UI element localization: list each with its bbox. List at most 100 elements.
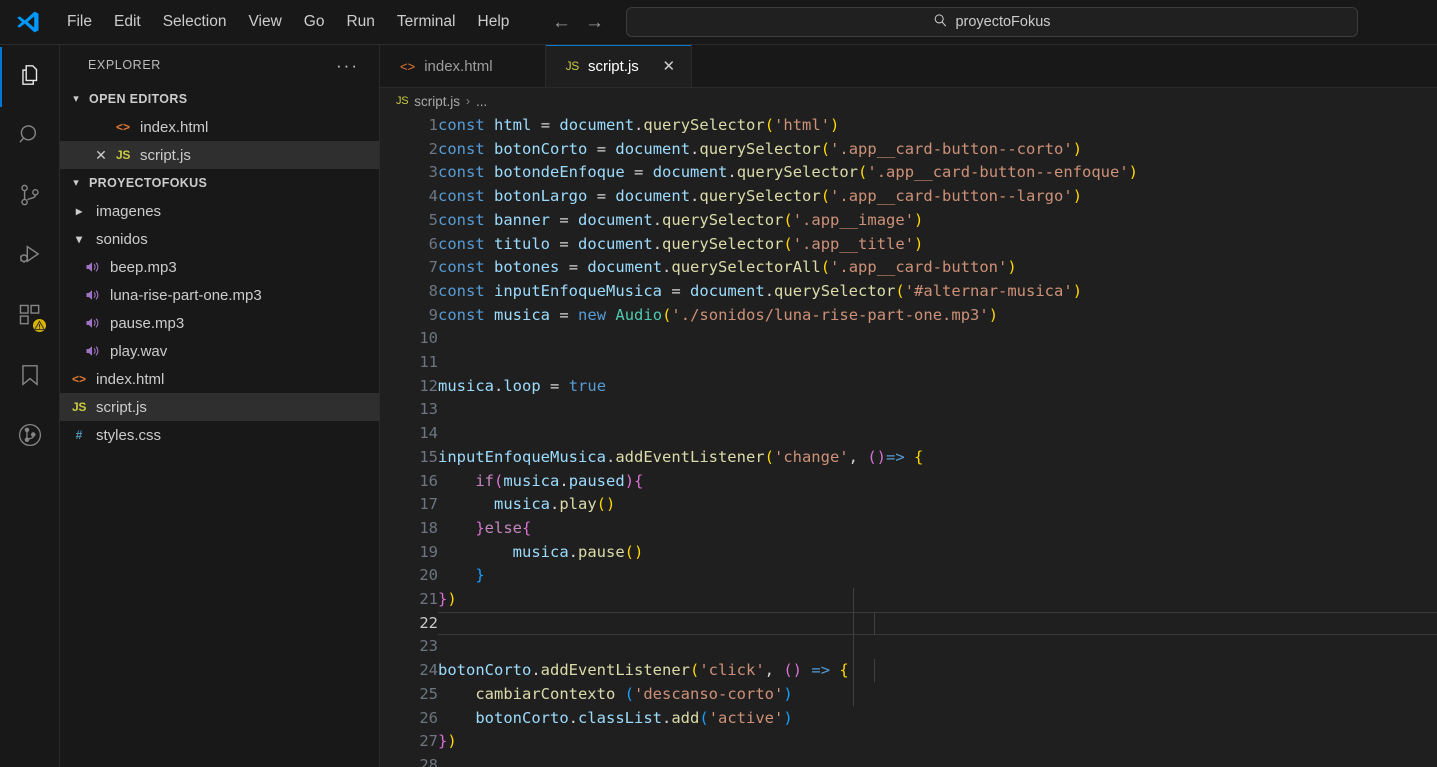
line-number: 8 xyxy=(428,281,438,300)
tree-item-styles-css[interactable]: # styles.css xyxy=(60,421,379,449)
code-line: 2 const botonCorto = document.querySelect… xyxy=(380,138,1437,162)
line-content[interactable]: } xyxy=(438,564,1437,588)
activity-item-bookmarks[interactable] xyxy=(0,347,60,407)
tree-item-label: pause.mp3 xyxy=(110,314,185,332)
arrow-left-icon[interactable]: ← xyxy=(552,13,571,32)
line-number: 28 xyxy=(419,755,438,767)
tree-item-script-js[interactable]: JS script.js xyxy=(60,393,379,421)
line-content[interactable]: const botondeEnfoque = document.querySel… xyxy=(438,161,1437,185)
chevron-down-icon: ▾ xyxy=(73,92,79,105)
tree-item-play-wav[interactable]: play.wav xyxy=(60,337,379,365)
line-number: 11 xyxy=(419,353,438,372)
tree-item-beep-mp3[interactable]: beep.mp3 xyxy=(60,253,379,281)
code-line: 6 const titulo = document.querySelector('… xyxy=(380,233,1437,257)
line-content[interactable] xyxy=(438,422,1437,446)
breadcrumb-file[interactable]: JS script.js xyxy=(396,94,460,109)
line-content[interactable] xyxy=(438,351,1437,375)
line-content[interactable]: botonCorto.classList.add('active') xyxy=(438,707,1437,731)
tab-script-js[interactable]: JS script.js ✕ xyxy=(545,45,692,87)
chevron-right-icon: ▸ xyxy=(75,204,83,218)
line-content[interactable]: const titulo = document.querySelector('.… xyxy=(438,233,1437,257)
line-number: 5 xyxy=(428,210,438,229)
code-line: 9 const musica = new Audio('./sonidos/lun… xyxy=(380,304,1437,328)
tree-item-imagenes[interactable]: ▸ imagenes xyxy=(60,197,379,225)
code-line: 12 musica.loop = true xyxy=(380,375,1437,399)
tree-item-index-html[interactable]: <> index.html xyxy=(60,365,379,393)
line-content[interactable]: cambiarContexto ('descanso-corto') xyxy=(438,683,1437,707)
line-content[interactable]: musica.pause() xyxy=(438,541,1437,565)
line-number: 15 xyxy=(419,447,438,466)
audio-file-icon xyxy=(82,343,104,359)
line-content[interactable] xyxy=(438,635,1437,659)
line-content[interactable]: }) xyxy=(438,730,1437,754)
git-graph-icon xyxy=(17,422,43,453)
code-line: 3 const botondeEnfoque = document.querySe… xyxy=(380,161,1437,185)
tree-item-luna-rise-part-one-mp3[interactable]: luna-rise-part-one.mp3 xyxy=(60,281,379,309)
section-open-editors[interactable]: ▾ OPEN EDITORS xyxy=(60,85,379,113)
arrow-right-icon[interactable]: → xyxy=(585,13,604,32)
close-icon[interactable]: ✕ xyxy=(660,57,678,75)
section-proyectofokus[interactable]: ▾ PROYECTOFOKUS xyxy=(60,169,379,197)
close-icon[interactable]: ✕ xyxy=(90,147,112,164)
line-content[interactable]: const musica = new Audio('./sonidos/luna… xyxy=(438,304,1437,328)
line-content[interactable] xyxy=(438,754,1437,767)
tab-index-html[interactable]: <> index.html ✕ xyxy=(380,45,546,87)
menu-view[interactable]: View xyxy=(237,9,292,35)
open-editor-script-js[interactable]: ✕ JS script.js xyxy=(60,141,379,169)
activity-item-explorer[interactable] xyxy=(0,47,60,107)
menu-go[interactable]: Go xyxy=(293,9,336,35)
bookmark-icon xyxy=(17,362,43,393)
line-content[interactable]: const inputEnfoqueMusica = document.quer… xyxy=(438,280,1437,304)
code-line-current: 22 xyxy=(380,611,1437,636)
line-content[interactable] xyxy=(438,611,1437,636)
source-control-icon xyxy=(17,182,43,213)
line-content[interactable]: if(musica.paused){ xyxy=(438,470,1437,494)
line-content[interactable]: }else{ xyxy=(438,517,1437,541)
line-content[interactable]: const botonLargo = document.querySelecto… xyxy=(438,185,1437,209)
tree-item-sonidos[interactable]: ▾ sonidos xyxy=(60,225,379,253)
line-content[interactable]: musica.play() xyxy=(438,493,1437,517)
activity-item-extensions[interactable] xyxy=(0,287,60,347)
line-number: 1 xyxy=(428,116,438,134)
tree-item-label: imagenes xyxy=(96,202,162,220)
line-content[interactable]: const botones = document.querySelectorAl… xyxy=(438,256,1437,280)
code-line: 5 const banner = document.querySelector('… xyxy=(380,209,1437,233)
tree-item-pause-mp3[interactable]: pause.mp3 xyxy=(60,309,379,337)
activity-item-source-control[interactable] xyxy=(0,167,60,227)
activity-item-search[interactable] xyxy=(0,107,60,167)
line-content[interactable] xyxy=(438,398,1437,422)
line-number: 16 xyxy=(419,471,438,490)
menu-selection[interactable]: Selection xyxy=(152,9,238,35)
menu-terminal[interactable]: Terminal xyxy=(386,9,467,35)
line-content[interactable]: inputEnfoqueMusica.addEventListener('cha… xyxy=(438,446,1437,470)
code-editor[interactable]: 1 const html = document.querySelector('ht… xyxy=(380,114,1437,767)
debug-icon xyxy=(17,242,43,273)
tab-label: script.js xyxy=(587,57,639,75)
line-number: 4 xyxy=(428,187,438,206)
menu-run[interactable]: Run xyxy=(335,9,385,35)
code-line: 4 const botonLargo = document.querySelect… xyxy=(380,185,1437,209)
breadcrumb-overflow[interactable]: ... xyxy=(476,94,487,109)
menu-help[interactable]: Help xyxy=(467,9,521,35)
command-center[interactable]: proyectoFokus xyxy=(626,7,1358,37)
line-content[interactable]: const botonCorto = document.querySelecto… xyxy=(438,138,1437,162)
line-content[interactable]: const html = document.querySelector('htm… xyxy=(438,114,1437,138)
line-content[interactable]: const banner = document.querySelector('.… xyxy=(438,209,1437,233)
html-file-icon: <> xyxy=(115,120,130,134)
activity-item-git-graph[interactable] xyxy=(0,407,60,467)
line-content[interactable]: musica.loop = true xyxy=(438,375,1437,399)
line-content[interactable] xyxy=(438,327,1437,351)
search-icon xyxy=(17,122,43,153)
open-editor-index-html[interactable]: <> index.html xyxy=(60,113,379,141)
code-line: 14 xyxy=(380,422,1437,446)
extensions-warning-badge xyxy=(30,317,48,334)
menu-edit[interactable]: Edit xyxy=(103,9,152,35)
open-editor-label: index.html xyxy=(140,118,209,136)
explorer-header: EXPLORER ··· xyxy=(60,45,379,85)
line-content[interactable]: botonCorto.addEventListener('click', () … xyxy=(438,659,1437,683)
explorer-more-actions-button[interactable]: ··· xyxy=(336,57,359,74)
activity-item-run-and-debug[interactable] xyxy=(0,227,60,287)
line-content[interactable]: }) xyxy=(438,588,1437,612)
code-line: 17 musica.play() xyxy=(380,493,1437,517)
menu-file[interactable]: File xyxy=(56,9,103,35)
